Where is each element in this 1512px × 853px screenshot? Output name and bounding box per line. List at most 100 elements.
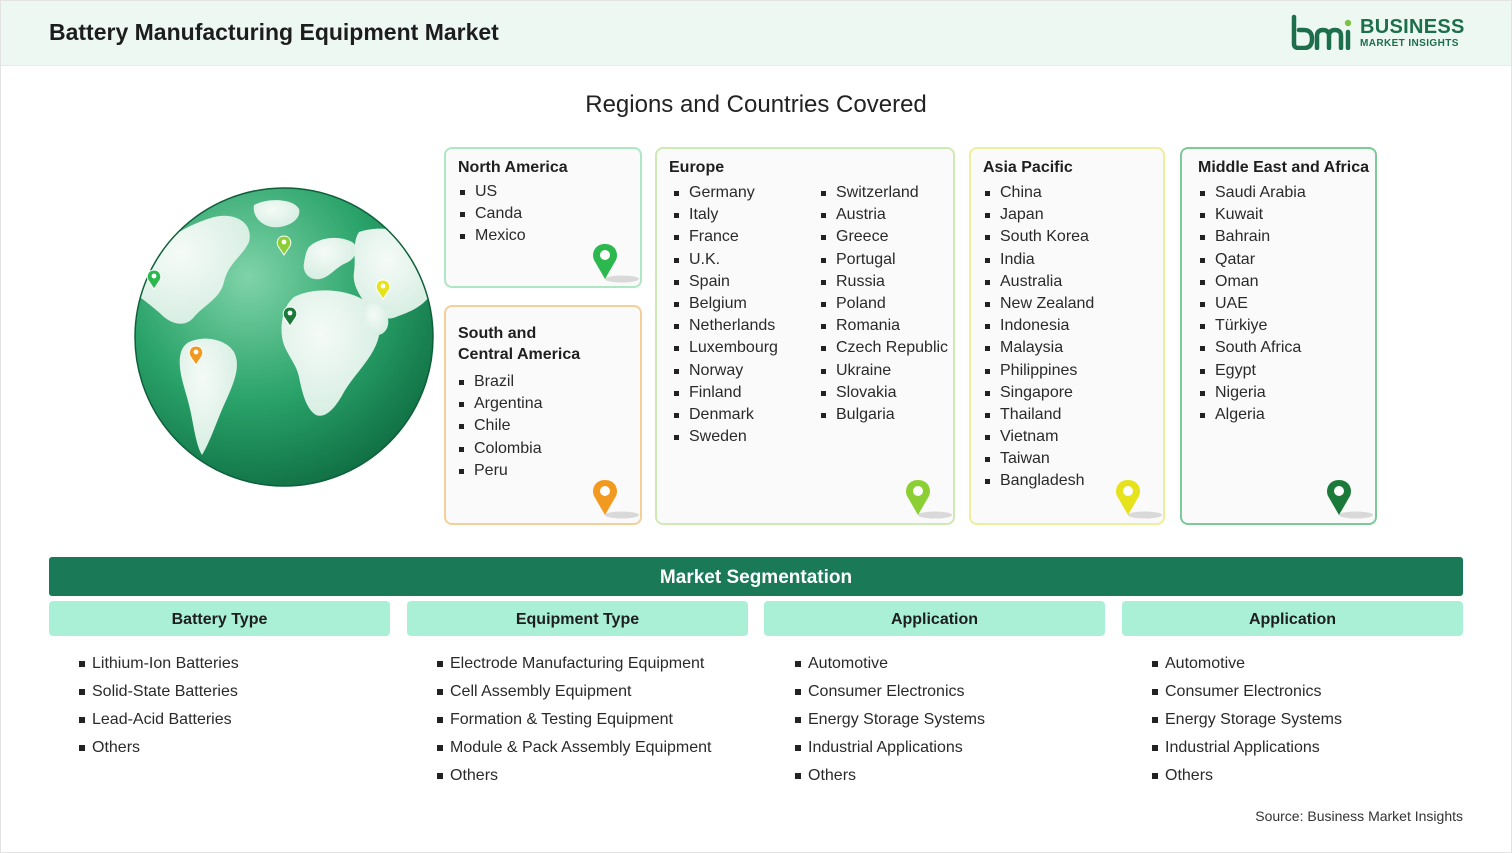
region-list-north-america: US Canda Mexico [458,181,526,248]
country-item: Taiwan [983,448,1094,470]
country-item: UAE [1198,293,1306,315]
country-item: Germany [672,182,778,204]
market-segmentation-banner: Market Segmentation [49,557,1463,596]
country-item: Belgium [672,293,778,315]
country-item: Singapore [983,382,1094,404]
country-item: Egypt [1198,360,1306,382]
country-item: U.K. [672,249,778,271]
segment-item: Electrode Manufacturing Equipment [437,652,711,680]
country-item: Vietnam [983,426,1094,448]
segment-header-equipment-type: Equipment Type [407,601,748,636]
location-pin-icon [1327,480,1373,519]
country-item: Netherlands [672,315,778,337]
segment-item: Energy Storage Systems [1152,708,1342,736]
region-title-line1: South and [458,325,537,342]
segment-list-application: Automotive Consumer Electronics Energy S… [795,652,985,792]
segment-item: Consumer Electronics [1152,680,1342,708]
regions-title: Regions and Countries Covered [585,91,927,118]
country-item: Slovakia [819,382,948,404]
region-title-mea: Middle East and Africa [1198,159,1369,176]
logo-text-market-insights: MARKET INSIGHTS [1360,38,1459,49]
country-item: Norway [672,360,778,382]
segment-item: Formation & Testing Equipment [437,708,711,736]
region-list-south-america: Brazil Argentina Chile Colombia Peru [457,371,543,482]
country-item: Indonesia [983,315,1094,337]
country-item: Spain [672,271,778,293]
region-card-south-america: South and Central America Brazil Argenti… [444,305,642,525]
segment-item: Industrial Applications [1152,736,1342,764]
segment-item: Consumer Electronics [795,680,985,708]
region-title-europe: Europe [669,159,725,176]
segment-item: Solid-State Batteries [79,680,239,708]
globe-illustration [134,187,434,487]
segment-item: Module & Pack Assembly Equipment [437,736,711,764]
region-title-south-america: South and Central America [458,323,580,365]
segment-item: Lead-Acid Batteries [79,708,239,736]
region-title-north-america: North America [458,159,568,176]
country-item: Mexico [458,225,526,247]
country-item: Japan [983,204,1094,226]
country-item: US [458,181,526,203]
region-list-mea: Saudi Arabia Kuwait Bahrain Qatar Oman U… [1198,182,1306,426]
page-title: Battery Manufacturing Equipment Market [49,19,499,45]
country-item: Russia [819,271,948,293]
header-bar: Battery Manufacturing Equipment Market B… [0,0,1512,66]
location-pin-icon [1116,480,1162,519]
segment-header-application-2: Application [1122,601,1463,636]
segment-item: Others [1152,764,1342,792]
country-item: Peru [457,460,543,482]
country-item: Romania [819,315,948,337]
country-item: Kuwait [1198,204,1306,226]
country-item: Poland [819,293,948,315]
country-item: Austria [819,204,948,226]
segment-item: Lithium-Ion Batteries [79,652,239,680]
country-item: Thailand [983,404,1094,426]
region-card-europe: Europe Germany Italy France U.K. Spain B… [655,147,955,525]
country-item: Bangladesh [983,470,1094,492]
country-item: Nigeria [1198,382,1306,404]
segment-list-equipment-type: Electrode Manufacturing Equipment Cell A… [437,652,711,792]
country-item: Oman [1198,271,1306,293]
segment-item: Industrial Applications [795,736,985,764]
country-item: Portugal [819,249,948,271]
country-item: France [672,226,778,248]
segment-list-battery-type: Lithium-Ion Batteries Solid-State Batter… [79,652,239,764]
country-item: Finland [672,382,778,404]
country-item: Ukraine [819,360,948,382]
country-item: New Zealand [983,293,1094,315]
country-item: Qatar [1198,249,1306,271]
region-list-europe-col1: Germany Italy France U.K. Spain Belgium … [672,182,778,448]
segment-header-battery-type: Battery Type [49,601,390,636]
segment-item: Others [795,764,985,792]
country-item: Bahrain [1198,226,1306,248]
country-item: Greece [819,226,948,248]
source-note: Source: Business Market Insights [1255,808,1463,824]
country-item: Czech Republic [819,337,948,359]
region-list-europe-col2: Switzerland Austria Greece Portugal Russ… [819,182,948,426]
country-item: Türkiye [1198,315,1306,337]
country-item: Colombia [457,438,543,460]
country-item: Malaysia [983,337,1094,359]
segment-item: Others [437,764,711,792]
logo-text-business: BUSINESS [1360,16,1465,38]
country-item: Australia [983,271,1094,293]
country-item: Chile [457,415,543,437]
country-item: Luxembourg [672,337,778,359]
country-item: Italy [672,204,778,226]
country-item: India [983,249,1094,271]
country-item: South Africa [1198,337,1306,359]
segment-header-application: Application [764,601,1105,636]
location-pin-icon [593,244,639,283]
country-item: Philippines [983,360,1094,382]
country-item: Argentina [457,393,543,415]
segment-item: Automotive [1152,652,1342,680]
country-item: Saudi Arabia [1198,182,1306,204]
segment-item: Others [79,736,239,764]
location-pin-icon [906,480,952,519]
country-item: Denmark [672,404,778,426]
segment-list-application-2: Automotive Consumer Electronics Energy S… [1152,652,1342,792]
region-title-asia-pacific: Asia Pacific [983,159,1073,176]
segment-item: Automotive [795,652,985,680]
country-item: Sweden [672,426,778,448]
region-card-mea: Middle East and Africa Saudi Arabia Kuwa… [1180,147,1377,525]
